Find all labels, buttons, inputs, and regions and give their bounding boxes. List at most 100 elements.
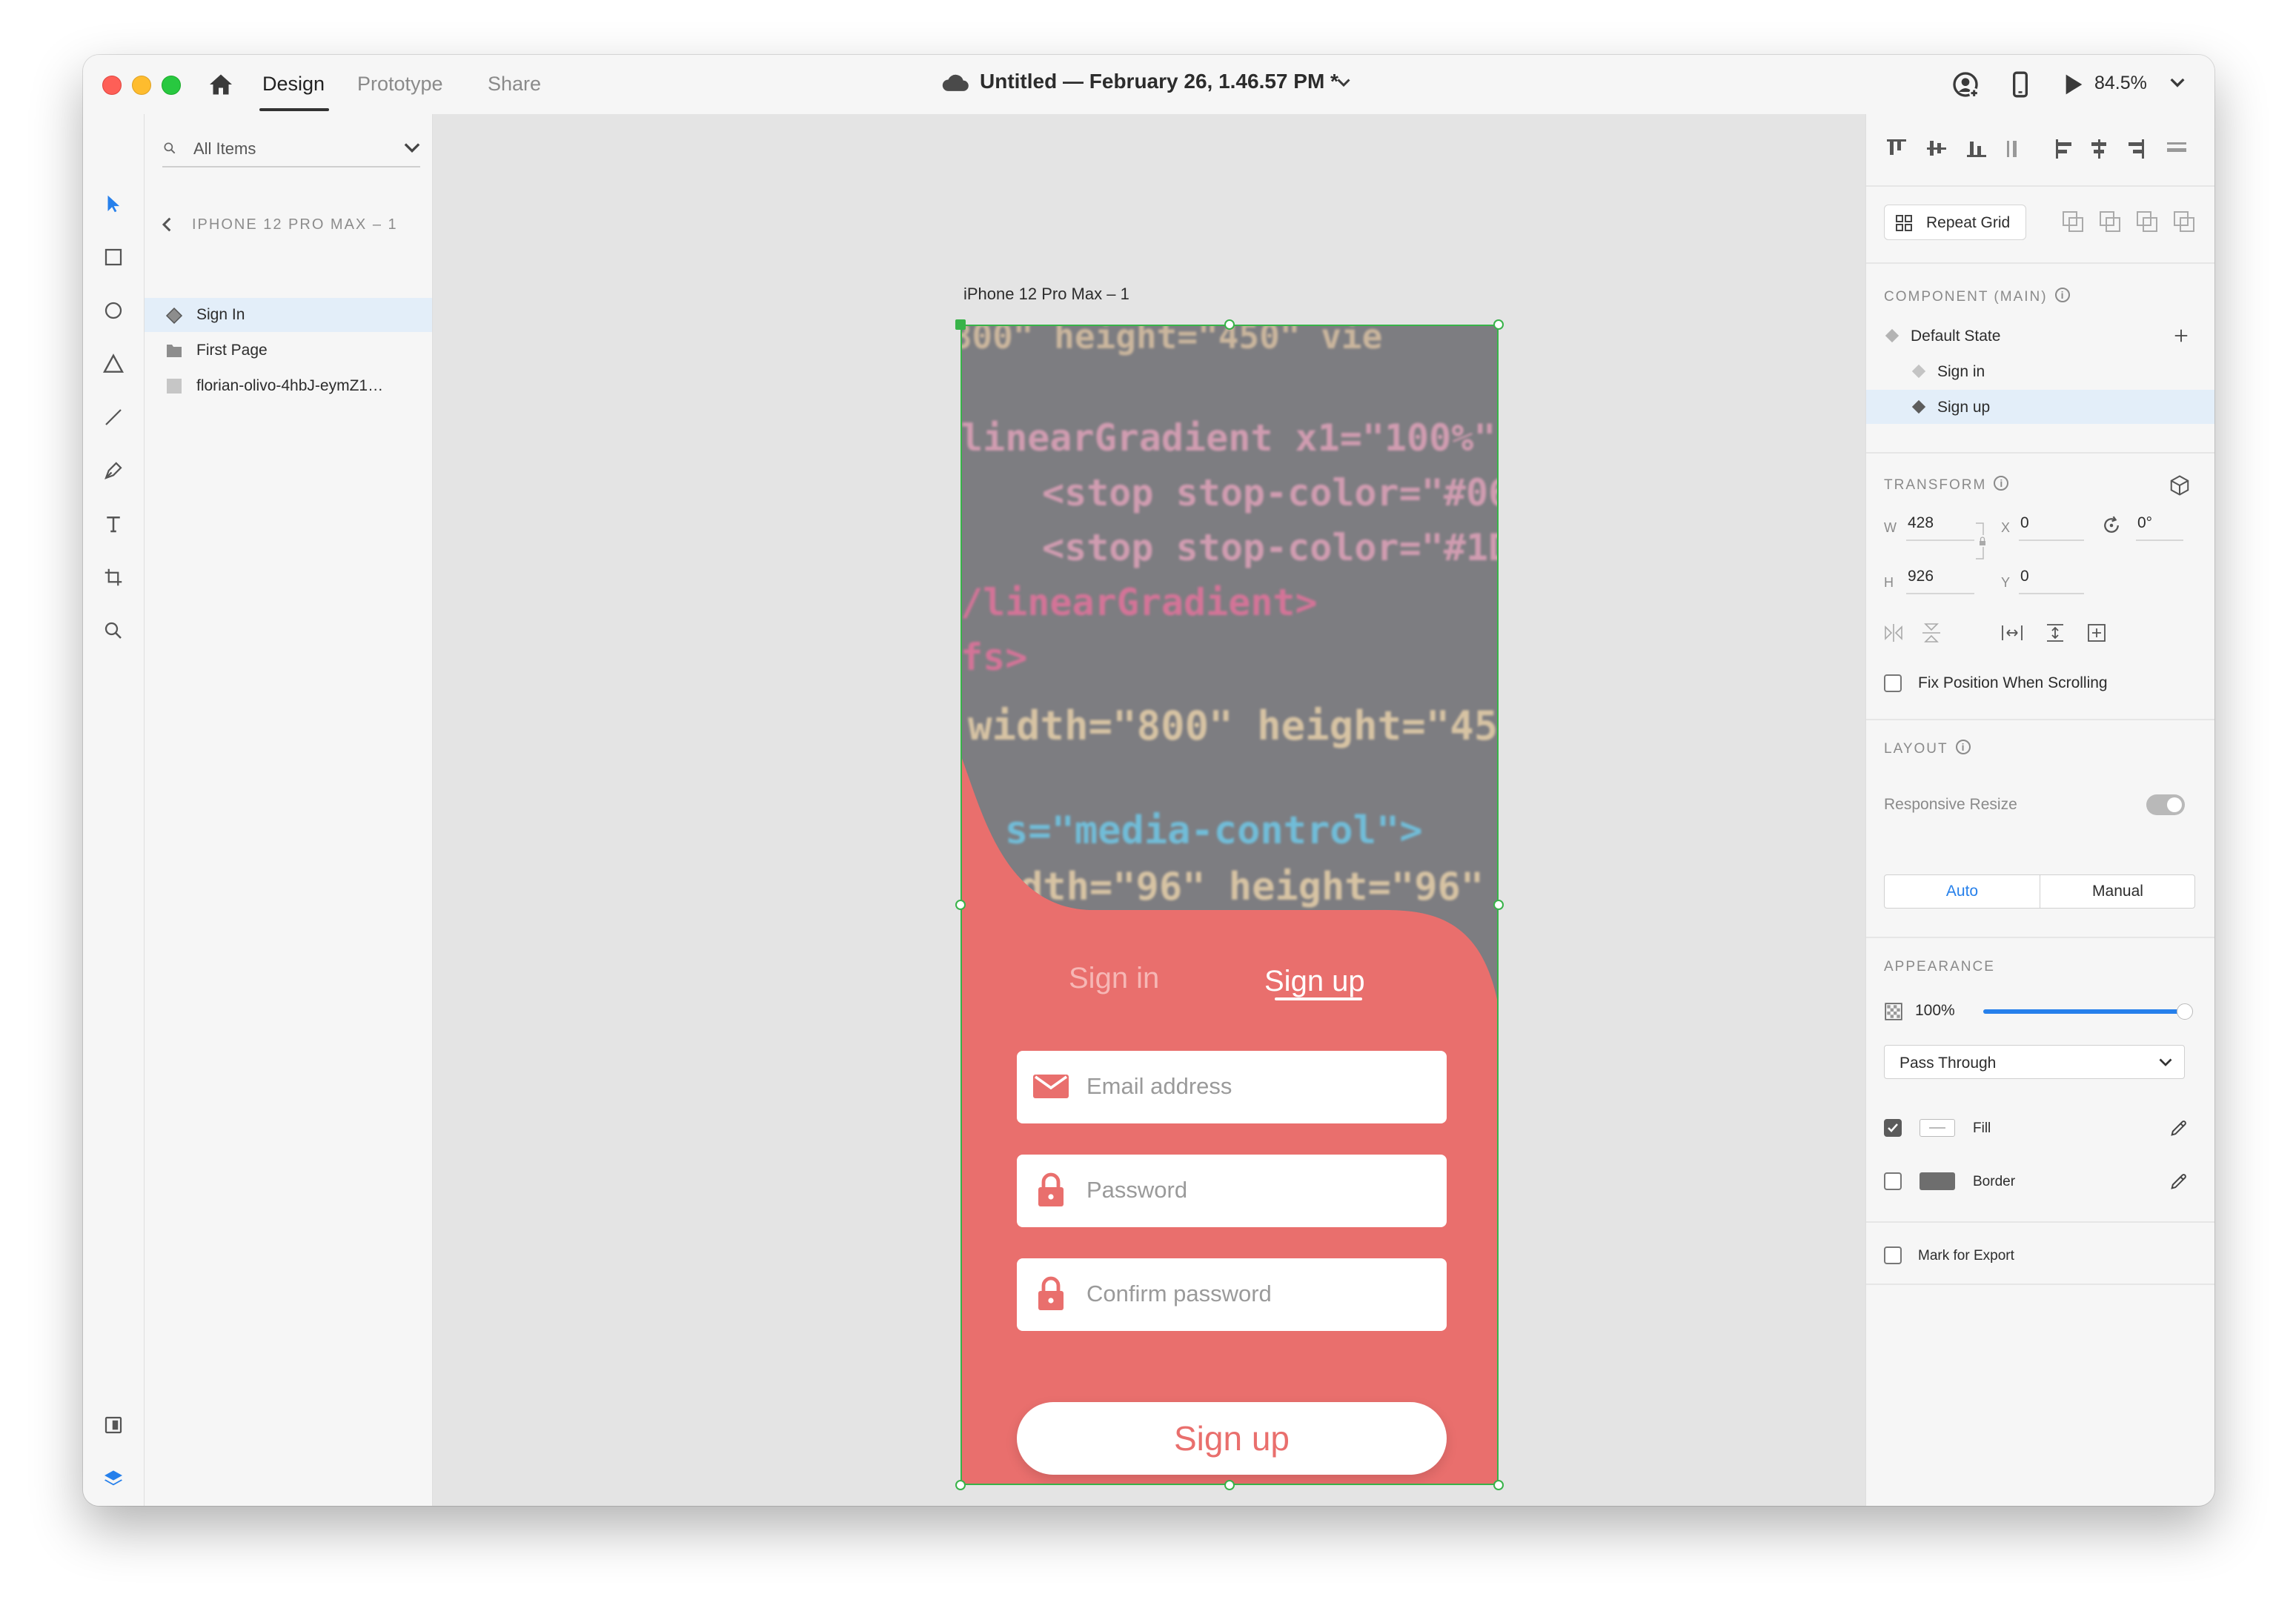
- resize-handle-top-left[interactable]: [955, 319, 966, 330]
- resize-handle-left[interactable]: [955, 900, 966, 910]
- layers-search[interactable]: All Items: [162, 129, 420, 167]
- eyedropper-icon[interactable]: [2169, 1171, 2189, 1192]
- resize-manual-option[interactable]: Manual: [2040, 875, 2195, 908]
- resize-handle-bottom-left[interactable]: [955, 1480, 966, 1490]
- info-icon[interactable]: i: [1994, 475, 2009, 491]
- chevron-down-icon: [2159, 1058, 2172, 1066]
- artboard-tool[interactable]: [98, 562, 129, 593]
- document-assets-tool[interactable]: [98, 1410, 129, 1441]
- artboard-icon: [104, 568, 122, 586]
- sign-up-button[interactable]: Sign up: [1017, 1402, 1447, 1475]
- password-field[interactable]: Password: [1017, 1155, 1447, 1227]
- rectangle-tool[interactable]: [98, 242, 129, 273]
- select-tool[interactable]: [98, 188, 129, 219]
- boolean-operations[interactable]: [2060, 209, 2201, 236]
- resize-handle-top[interactable]: [1224, 319, 1235, 330]
- zoom-level[interactable]: 84.5%: [2094, 73, 2147, 94]
- resize-handle-bottom-right[interactable]: [1493, 1480, 1504, 1490]
- ellipse-icon: [104, 302, 122, 319]
- resize-handle-right[interactable]: [1493, 900, 1504, 910]
- 3d-transform-icon[interactable]: [2169, 474, 2191, 497]
- tab-sign-in[interactable]: Sign in: [1069, 962, 1159, 995]
- info-icon[interactable]: i: [1955, 739, 1971, 754]
- lock-aspect-icon[interactable]: [1974, 520, 1986, 562]
- layer-item-first-page[interactable]: First Page: [145, 333, 432, 368]
- pen-tool[interactable]: [98, 455, 129, 486]
- polygon-tool[interactable]: [98, 348, 129, 379]
- toggle-knob: [2167, 797, 2182, 812]
- x-value[interactable]: 0: [2020, 514, 2029, 532]
- divider: [1866, 1221, 2214, 1223]
- mobile-preview-icon[interactable]: [2005, 70, 2035, 99]
- tab-design[interactable]: Design: [262, 73, 325, 96]
- mark-for-export-checkbox[interactable]: [1884, 1246, 1902, 1264]
- title-bar: Design Prototype Share Untitled — Februa…: [83, 55, 2214, 115]
- state-sign-in[interactable]: Sign in: [1866, 354, 2214, 388]
- layer-label: Sign In: [196, 306, 245, 323]
- blend-mode-select[interactable]: Pass Through: [1884, 1045, 2185, 1079]
- zoom-tool[interactable]: [98, 615, 129, 646]
- responsive-resize-toggle[interactable]: [2146, 794, 2185, 815]
- rotation-value[interactable]: 0°: [2137, 514, 2152, 532]
- layer-item-sign-in[interactable]: Sign In: [145, 298, 432, 332]
- layers-panel: All Items IPHONE 12 PRO MAX – 1 Sign In …: [145, 114, 433, 1506]
- fill-checkbox[interactable]: [1884, 1119, 1902, 1137]
- height-value[interactable]: 926: [1908, 568, 1934, 585]
- text-tool[interactable]: [98, 508, 129, 539]
- y-value[interactable]: 0: [2020, 568, 2029, 585]
- width-label: W: [1884, 520, 1897, 535]
- fix-position-checkbox[interactable]: [1884, 674, 1902, 692]
- zoom-chevron-down-icon[interactable]: [2170, 77, 2185, 89]
- alignment-toolbar[interactable]: [1882, 135, 2194, 162]
- design-canvas[interactable]: iPhone 12 Pro Max – 1 "800" height="450"…: [433, 114, 1887, 1506]
- state-sign-up[interactable]: Sign up: [1866, 390, 2214, 424]
- filter-chevron-down-icon[interactable]: [404, 142, 420, 154]
- fill-color-swatch[interactable]: [1920, 1119, 1955, 1137]
- email-field[interactable]: Email address: [1017, 1051, 1447, 1123]
- ellipse-tool[interactable]: [98, 295, 129, 326]
- line-tool[interactable]: [98, 402, 129, 433]
- resize-handle-top-right[interactable]: [1493, 319, 1504, 330]
- opacity-value[interactable]: 100%: [1915, 1002, 1955, 1020]
- opacity-slider-fill: [1983, 1009, 2185, 1014]
- y-label: Y: [2001, 575, 2011, 590]
- tab-sign-up[interactable]: Sign up: [1264, 965, 1365, 998]
- resize-handle-bottom[interactable]: [1224, 1480, 1235, 1490]
- confirm-password-field[interactable]: Confirm password: [1017, 1258, 1447, 1331]
- close-window-button[interactable]: [102, 76, 122, 95]
- repeat-grid-button[interactable]: Repeat Grid: [1884, 205, 2026, 240]
- opacity-slider[interactable]: [1983, 1003, 2193, 1020]
- border-color-swatch[interactable]: [1920, 1172, 1955, 1190]
- artboard-iphone[interactable]: "800" height="450" vie linearGradient x1…: [960, 325, 1499, 1485]
- grid-icon: [1896, 215, 1912, 231]
- assets-icon: [104, 1416, 122, 1434]
- layers-tool[interactable]: [98, 1463, 129, 1494]
- document-title[interactable]: Untitled — February 26, 1.46.57 PM *: [980, 70, 1338, 93]
- state-default[interactable]: Default State: [1866, 319, 2214, 353]
- border-checkbox[interactable]: [1884, 1172, 1902, 1190]
- fill-label: Fill: [1973, 1120, 1991, 1136]
- active-tab-indicator: [259, 108, 329, 111]
- tab-prototype[interactable]: Prototype: [357, 73, 443, 96]
- artboard-label[interactable]: iPhone 12 Pro Max – 1: [963, 285, 1129, 304]
- invite-user-icon[interactable]: [1951, 70, 1980, 99]
- width-value[interactable]: 428: [1908, 514, 1934, 532]
- search-filter-label: All Items: [193, 139, 256, 158]
- layer-item-image[interactable]: florian-olivo-4hbJ-eymZ1…: [145, 369, 432, 403]
- maximize-window-button[interactable]: [162, 76, 181, 95]
- lock-icon: [1038, 1172, 1064, 1206]
- layer-label: First Page: [196, 342, 268, 359]
- play-preview-icon[interactable]: [2057, 70, 2087, 99]
- minimize-window-button[interactable]: [132, 76, 151, 95]
- home-icon[interactable]: [208, 71, 234, 98]
- add-state-icon[interactable]: [2173, 328, 2189, 344]
- tab-share[interactable]: Share: [488, 73, 541, 96]
- rotate-icon: [2104, 516, 2119, 533]
- resize-auto-option[interactable]: Auto: [1885, 875, 2040, 908]
- image-icon: [167, 379, 182, 394]
- eyedropper-icon[interactable]: [2169, 1118, 2189, 1138]
- opacity-slider-knob[interactable]: [2177, 1003, 2193, 1020]
- info-icon[interactable]: i: [2054, 287, 2070, 302]
- chevron-down-icon[interactable]: [1337, 77, 1350, 89]
- flip-distribute-toolbar[interactable]: [1882, 621, 2164, 645]
